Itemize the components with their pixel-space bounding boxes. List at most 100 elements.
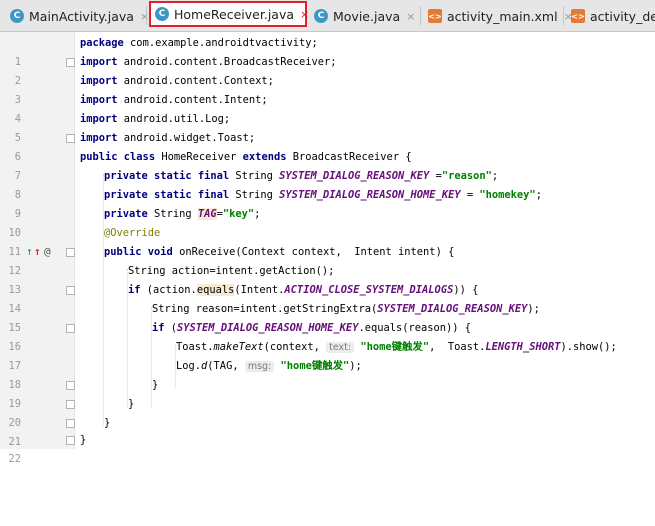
keyword: public class (80, 151, 156, 163)
fold-marker-icon[interactable] (66, 134, 75, 143)
parameter-hint: msg: (244, 361, 275, 372)
code-editor[interactable]: 1 package com.example.androidtvactivity;… (0, 32, 655, 465)
code-token: .equals(reason)) { (358, 322, 472, 334)
code-token: ); (349, 360, 362, 372)
override-annotation-icon[interactable]: @ (44, 245, 51, 259)
code-text: if (action.equals(Intent.ACTION_CLOSE_SY… (128, 281, 478, 300)
close-icon[interactable]: × (300, 8, 309, 21)
code-line: 14 if (action.equals(Intent.ACTION_CLOSE… (0, 281, 655, 315)
class-name: HomeReceiver (155, 151, 243, 163)
code-token: String (229, 189, 280, 201)
constant: SYSTEM_DIALOG_REASON_HOME_KEY (177, 322, 359, 334)
code-line: 17 Toast.makeText(context, text: "home键触… (0, 338, 655, 372)
keyword: import (80, 75, 118, 87)
code-token: ( (164, 322, 178, 334)
code-text: import android.content.Intent; (80, 91, 268, 110)
code-text: Toast.makeText(context, text: "home键触发",… (176, 338, 617, 357)
code-text: import android.util.Log; (80, 110, 230, 129)
code-token: (Intent. (234, 284, 285, 296)
keyword: import (80, 56, 118, 68)
string-literal: "key" (222, 208, 255, 220)
code-text: @Override (104, 224, 160, 243)
code-line: 10 private String TAG="key"; (0, 205, 655, 239)
fold-marker-icon[interactable] (66, 419, 75, 428)
code-text: public class HomeReceiver extends Broadc… (80, 148, 412, 167)
close-icon[interactable]: × (140, 10, 149, 23)
code-line: 11 @Override (0, 224, 655, 258)
tab-label: HomeReceiver.java (174, 6, 295, 22)
code-token: = (460, 189, 480, 201)
code-text: public void onReceive(Context context, I… (104, 243, 454, 262)
code-text: } (128, 395, 134, 414)
code-line: 2 import android.content.BroadcastReceiv… (0, 53, 655, 87)
fold-marker-icon[interactable] (66, 58, 75, 67)
java-class-icon: C (10, 9, 24, 23)
code-text: Log.d(TAG, msg: "home键触发"); (176, 357, 362, 376)
tab-movie[interactable]: C Movie.java × (314, 4, 415, 28)
fold-marker-icon[interactable] (66, 324, 75, 333)
fold-marker-icon[interactable] (66, 248, 75, 257)
string-literal: "homekey" (479, 189, 536, 201)
code-line: 4 import android.content.Intent; (0, 91, 655, 125)
code-token: android.content.Context; (117, 75, 274, 87)
code-token: (TAG, (207, 360, 245, 372)
code-token: ).show(); (560, 341, 617, 353)
code-token: } (104, 417, 111, 429)
code-token: android.content.Intent; (117, 94, 268, 106)
constant: ACTION_CLOSE_SYSTEM_DIALOGS (284, 284, 454, 296)
code-text: } (80, 431, 86, 450)
close-icon[interactable]: × (406, 10, 415, 23)
keyword: if (152, 322, 165, 334)
code-line: 3 import android.content.Context; (0, 72, 655, 106)
code-line: 5 import android.util.Log; (0, 110, 655, 144)
tab-label: activity_det (590, 8, 655, 24)
code-text: String reason=intent.getStringExtra(SYST… (152, 300, 540, 319)
editor-tab-bar: C MainActivity.java × C HomeReceiver.jav… (0, 0, 655, 32)
code-token: Log. (176, 360, 202, 372)
fold-marker-icon[interactable] (66, 400, 75, 409)
constant: LENGTH_SHORT (485, 341, 561, 353)
tab-divider (563, 6, 564, 25)
code-token: String (229, 170, 280, 182)
code-token: = (429, 170, 442, 182)
keyword: import (80, 94, 118, 106)
tab-main-activity[interactable]: C MainActivity.java × (10, 4, 149, 28)
keyword: private (104, 208, 148, 220)
keyword: private static final (104, 170, 230, 182)
xml-file-icon: <> (428, 9, 442, 23)
code-token: android.widget.Toast; (117, 132, 256, 144)
keyword: if (128, 284, 141, 296)
string-literal: "home键触发" (360, 341, 430, 353)
code-token: android.content.BroadcastReceiver; (117, 56, 337, 68)
code-text: } (152, 376, 158, 395)
code-token: } (80, 434, 87, 446)
constant: SYSTEM_DIALOG_REASON_KEY (279, 170, 430, 182)
code-line: 18 Log.d(TAG, msg: "home键触发"); (0, 357, 655, 391)
tab-home-receiver[interactable]: C HomeReceiver.java × (149, 1, 309, 27)
parameter-hint: text: (326, 342, 355, 353)
code-token: onReceive(Context context, Intent intent… (172, 246, 455, 258)
code-line: 9 private static final String SYSTEM_DIA… (0, 186, 655, 220)
code-token: String reason=intent.getStringExtra( (152, 303, 378, 315)
code-text: import android.content.BroadcastReceiver… (80, 53, 337, 72)
string-literal: "reason" (441, 170, 492, 182)
code-token: } (152, 379, 159, 391)
code-token: (action. (140, 284, 197, 296)
tab-activity-main-xml[interactable]: <> activity_main.xml × (428, 4, 573, 28)
override-arrow-icon[interactable]: ↑ (34, 245, 41, 259)
fold-marker-icon[interactable] (66, 381, 75, 390)
code-token: com.example.androidtvactivity; (123, 37, 318, 49)
constant: SYSTEM_DIALOG_REASON_KEY (377, 303, 528, 315)
fold-marker-icon[interactable] (66, 436, 75, 445)
implementing-method-icon[interactable]: ↑ (26, 245, 33, 259)
keyword: public void (104, 246, 173, 258)
code-line: 12 ↑ ↑ @ public void onReceive(Context c… (0, 243, 655, 277)
tab-label: Movie.java (333, 8, 401, 24)
code-token: android.util.Log; (117, 113, 231, 125)
keyword: import (80, 132, 118, 144)
tab-activity-detail-xml[interactable]: <> activity_det (571, 4, 655, 28)
code-text: import android.content.Context; (80, 72, 274, 91)
code-line: 6 import android.widget.Toast; (0, 129, 655, 163)
fold-marker-icon[interactable] (66, 286, 75, 295)
code-token: String (147, 208, 198, 220)
